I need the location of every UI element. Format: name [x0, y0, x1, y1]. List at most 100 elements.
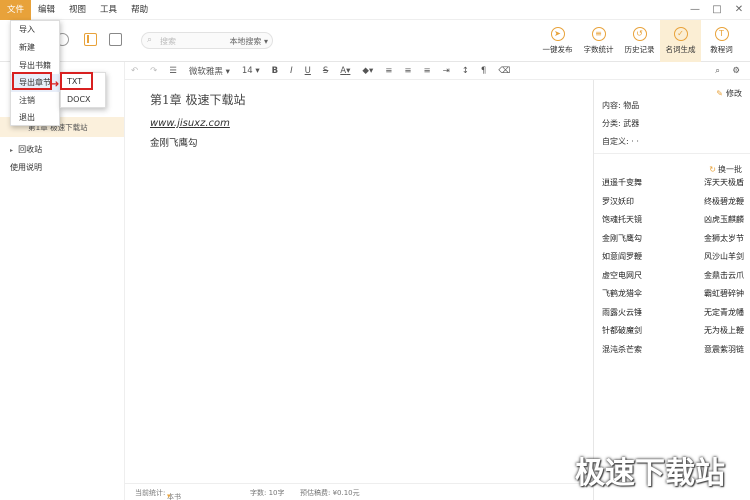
- stat-scope-label: 当前统计:: [135, 489, 166, 497]
- menu-help[interactable]: 帮助: [124, 0, 155, 20]
- name-item[interactable]: 风沙山羊剑: [704, 251, 744, 270]
- meta-custom: 自定义: · ·: [602, 137, 639, 146]
- menu-file[interactable]: 文件: [0, 0, 32, 20]
- bold-button[interactable]: B: [266, 66, 284, 76]
- name-item[interactable]: 意震紫羽链: [704, 344, 744, 363]
- editor-area[interactable]: 第1章 极速下载站 www.jisuxz.com 金刚飞鹰勾: [125, 80, 593, 480]
- strikethrough-button[interactable]: S: [317, 66, 334, 76]
- menu-view[interactable]: 视图: [62, 0, 93, 20]
- name-row: 混沌杀芒索 意震紫羽链: [602, 344, 744, 363]
- name-item[interactable]: 金狮太岁节: [704, 233, 744, 252]
- history-button[interactable]: ↺ 历史记录: [619, 20, 660, 62]
- wordcount-icon: ≡: [591, 27, 606, 41]
- name-item[interactable]: 逍遥千变舞: [602, 177, 642, 196]
- font-select[interactable]: 微软雅黑 ▾: [183, 65, 236, 77]
- search-scope-dropdown[interactable]: 本地搜索 ▾: [229, 36, 268, 47]
- search-input[interactable]: 搜索: [160, 36, 176, 47]
- maximize-icon[interactable]: □: [706, 0, 728, 20]
- name-row: 逍遥千变舞 浑天天极盾: [602, 177, 744, 196]
- tutorial-icon: T: [714, 27, 729, 41]
- meta-content: 内容: 物品: [602, 101, 640, 110]
- publish-button[interactable]: ➤ 一键发布: [537, 20, 578, 62]
- editor-link[interactable]: www.jisuxz.com: [150, 118, 230, 129]
- name-item[interactable]: 终极碧龙鞭: [704, 196, 744, 215]
- help-item[interactable]: 使用说明: [10, 162, 42, 173]
- status-bar: 当前统计: 本书 ▾ 字数: 10字 预估稿费: ¥0.10元: [125, 483, 593, 500]
- redo-icon[interactable]: ↷: [144, 66, 163, 76]
- menu-edit[interactable]: 编辑: [31, 0, 62, 20]
- editor-text[interactable]: 金刚飞鹰勾: [150, 135, 198, 149]
- menu-item-import[interactable]: 导入: [11, 21, 61, 39]
- spacing-icon[interactable]: ↕: [456, 66, 475, 76]
- name-item[interactable]: 罗汉妖印: [602, 196, 634, 215]
- menu-tools[interactable]: 工具: [93, 0, 124, 20]
- tutorial-button[interactable]: T 教程词: [701, 20, 742, 62]
- name-item[interactable]: 浑天天极盾: [704, 177, 744, 196]
- refresh-button[interactable]: ↻ 换一批: [709, 164, 742, 175]
- chapter-title[interactable]: 第1章 极速下载站: [150, 91, 245, 108]
- annotation-arrow-icon: ➜: [51, 79, 60, 90]
- watermark: 极速下载站: [575, 456, 725, 491]
- app-window: 文件 编辑 视图 工具 帮助 — □ ✕ ⌕ 搜索 本地搜索 ▾ ➤ 一键发布 …: [0, 0, 750, 500]
- undo-icon[interactable]: ↶: [125, 66, 144, 76]
- submenu-item-docx[interactable]: DOCX: [61, 91, 107, 109]
- recycle-bin-item[interactable]: ▸ 回收站: [10, 144, 42, 155]
- close-icon[interactable]: ✕: [728, 0, 750, 20]
- word-count: 字数: 10字: [250, 489, 285, 497]
- annotation-box-export-chapter: [12, 72, 52, 90]
- name-item[interactable]: 无为极上鞭: [704, 325, 744, 344]
- refresh-icon: ↻: [709, 165, 716, 174]
- history-icon: ↺: [632, 27, 647, 41]
- view-page-icon[interactable]: [109, 33, 122, 46]
- italic-button[interactable]: I: [284, 66, 299, 76]
- name-item[interactable]: 凶虎玉麒麟: [704, 214, 744, 233]
- name-item[interactable]: 饱魂托天镜: [602, 214, 642, 233]
- top-toolbar: ⌕ 搜索 本地搜索 ▾ ➤ 一键发布 ≡ 字数统计 ↺ 历史记录 ✓ 名词生成 …: [0, 20, 750, 62]
- name-item[interactable]: 如意阎罗鞭: [602, 251, 642, 270]
- align-left-icon[interactable]: ≡: [379, 66, 398, 76]
- meta-category: 分类: 武器: [602, 119, 640, 128]
- name-item[interactable]: 混沌杀芒索: [602, 344, 642, 363]
- name-item[interactable]: 雨露火云锤: [602, 307, 642, 326]
- name-item[interactable]: 针都破魔剑: [602, 325, 642, 344]
- name-item[interactable]: 无定青龙幡: [704, 307, 744, 326]
- name-item[interactable]: 飞鹤龙猎伞: [602, 288, 642, 307]
- name-item[interactable]: 霸虹碧碎钟: [704, 288, 744, 307]
- view-outline-icon[interactable]: [84, 33, 97, 46]
- menu-item-new[interactable]: 新建: [11, 39, 61, 57]
- name-row: 针都破魔剑 无为极上鞭: [602, 325, 744, 344]
- name-row: 如意阎罗鞭 风沙山羊剑: [602, 251, 744, 270]
- search-icon: ⌕: [147, 35, 153, 45]
- search-box[interactable]: ⌕ 搜索 本地搜索 ▾: [141, 32, 273, 49]
- font-color-button[interactable]: A▾: [334, 66, 356, 76]
- align-right-icon[interactable]: ≡: [417, 66, 436, 76]
- format-painter-icon[interactable]: ¶: [475, 66, 492, 76]
- indent-icon[interactable]: ⇥: [437, 66, 456, 76]
- name-item[interactable]: 虚空电网尺: [602, 270, 642, 289]
- list-format-icon[interactable]: ☰: [163, 66, 183, 76]
- edit-button[interactable]: ✎ 修改: [716, 88, 742, 99]
- underline-button[interactable]: U: [299, 66, 317, 76]
- minimize-icon[interactable]: —: [684, 0, 706, 20]
- pencil-icon: ✎: [716, 89, 723, 98]
- name-row: 饱魂托天镜 凶虎玉麒麟: [602, 214, 744, 233]
- estimated-fee: 预估稿费: ¥0.10元: [300, 489, 360, 497]
- name-row: 飞鹤龙猎伞 霸虹碧碎钟: [602, 288, 744, 307]
- name-item[interactable]: 金鼎击云爪: [704, 270, 744, 289]
- word-count-button[interactable]: ≡ 字数统计: [578, 20, 619, 62]
- align-center-icon[interactable]: ≡: [398, 66, 417, 76]
- name-generator-panel: ✎ 修改 内容: 物品 分类: 武器 自定义: · · ↻ 换一批 逍遥千变舞 浑天天…: [593, 80, 750, 500]
- toolbar-actions: ➤ 一键发布 ≡ 字数统计 ↺ 历史记录 ✓ 名词生成 T 教程词: [537, 20, 742, 62]
- highlight-icon[interactable]: ◆▾: [356, 66, 379, 76]
- name-row: 罗汉妖印 终极碧龙鞭: [602, 196, 744, 215]
- name-generator-button[interactable]: ✓ 名词生成: [660, 20, 701, 62]
- menu-item-exit[interactable]: 退出: [11, 109, 61, 127]
- eraser-icon[interactable]: ⌫: [492, 66, 516, 76]
- find-icon[interactable]: ⌕: [709, 66, 726, 76]
- settings-gear-icon[interactable]: ⚙: [726, 66, 746, 76]
- font-size-select[interactable]: 14 ▾: [236, 66, 266, 76]
- expand-arrow-icon[interactable]: ▸: [10, 147, 13, 154]
- menu-item-logout[interactable]: 注销: [11, 92, 61, 110]
- name-generator-icon: ✓: [673, 27, 688, 41]
- name-item[interactable]: 金刚飞鹰勾: [602, 233, 642, 252]
